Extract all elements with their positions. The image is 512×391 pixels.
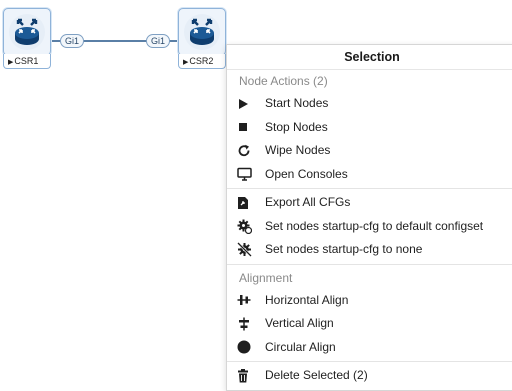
item-label: Vertical Align — [265, 316, 334, 330]
item-label: Wipe Nodes — [265, 143, 331, 157]
selection-context-menu: Selection Node Actions (2) Start Nodes S… — [226, 44, 512, 391]
vertical-align-item[interactable]: Vertical Align — [227, 312, 512, 336]
item-label: Export All CFGs — [265, 195, 351, 209]
horizontal-align-icon — [237, 293, 261, 307]
node-name: CSR2 — [189, 56, 214, 66]
start-nodes-item[interactable]: Start Nodes — [227, 92, 512, 116]
node-actions-header: Node Actions (2) — [239, 74, 328, 88]
play-icon: ▶ — [8, 59, 14, 66]
alignment-header: Alignment — [239, 270, 293, 285]
item-label: Open Consoles — [265, 166, 348, 181]
vertical-align-icon — [237, 317, 261, 331]
item-label: Circular Align — [265, 339, 336, 354]
gear-config-icon — [237, 219, 261, 234]
refresh-icon — [237, 144, 261, 158]
export-cfgs-item[interactable]: Export All CFGs — [227, 191, 512, 215]
circular-align-item[interactable]: Circular Align — [227, 336, 512, 360]
router-tile[interactable] — [178, 8, 226, 56]
menu-title: Selection — [227, 45, 512, 70]
stop-nodes-item[interactable]: Stop Nodes — [227, 116, 512, 140]
menu-divider — [227, 188, 512, 189]
menu-divider — [227, 361, 512, 362]
node-csr1[interactable]: ▶CSR1 — [3, 8, 51, 69]
trash-icon — [237, 368, 261, 383]
item-label: Horizontal Align — [265, 292, 349, 307]
wipe-nodes-item[interactable]: Wipe Nodes — [227, 139, 512, 163]
item-label: Delete Selected (2) — [265, 368, 368, 382]
delete-selected-item[interactable]: Delete Selected (2) — [227, 364, 512, 388]
open-consoles-item[interactable]: Open Consoles — [227, 163, 512, 187]
item-label: Start Nodes — [265, 96, 329, 110]
router-tile[interactable] — [3, 8, 51, 56]
menu-divider — [227, 263, 512, 265]
node-label: ▶CSR2 — [178, 54, 226, 69]
gear-off-icon — [237, 242, 261, 258]
item-label: Set nodes startup-cfg to default configs… — [265, 218, 484, 233]
play-icon: ▶ — [183, 59, 189, 66]
horizontal-align-item[interactable]: Horizontal Align — [227, 289, 512, 313]
startup-cfg-default-item[interactable]: Set nodes startup-cfg to default configs… — [227, 215, 512, 239]
file-export-icon — [237, 196, 261, 210]
router-icon — [9, 14, 45, 50]
interface-label-b: Gi1 — [146, 34, 171, 48]
node-label: ▶CSR1 — [3, 54, 51, 69]
item-label: Set nodes startup-cfg to none — [265, 242, 423, 256]
startup-cfg-none-item[interactable]: Set nodes startup-cfg to none — [227, 238, 512, 262]
node-name: CSR1 — [14, 56, 39, 66]
play-icon — [237, 98, 261, 110]
item-label: Stop Nodes — [265, 119, 328, 134]
circle-icon — [237, 340, 261, 354]
node-csr2[interactable]: ▶CSR2 — [178, 8, 226, 69]
router-icon — [184, 14, 220, 50]
monitor-icon — [237, 167, 261, 181]
interface-label-a: Gi1 — [60, 34, 85, 48]
stop-icon — [237, 121, 261, 133]
